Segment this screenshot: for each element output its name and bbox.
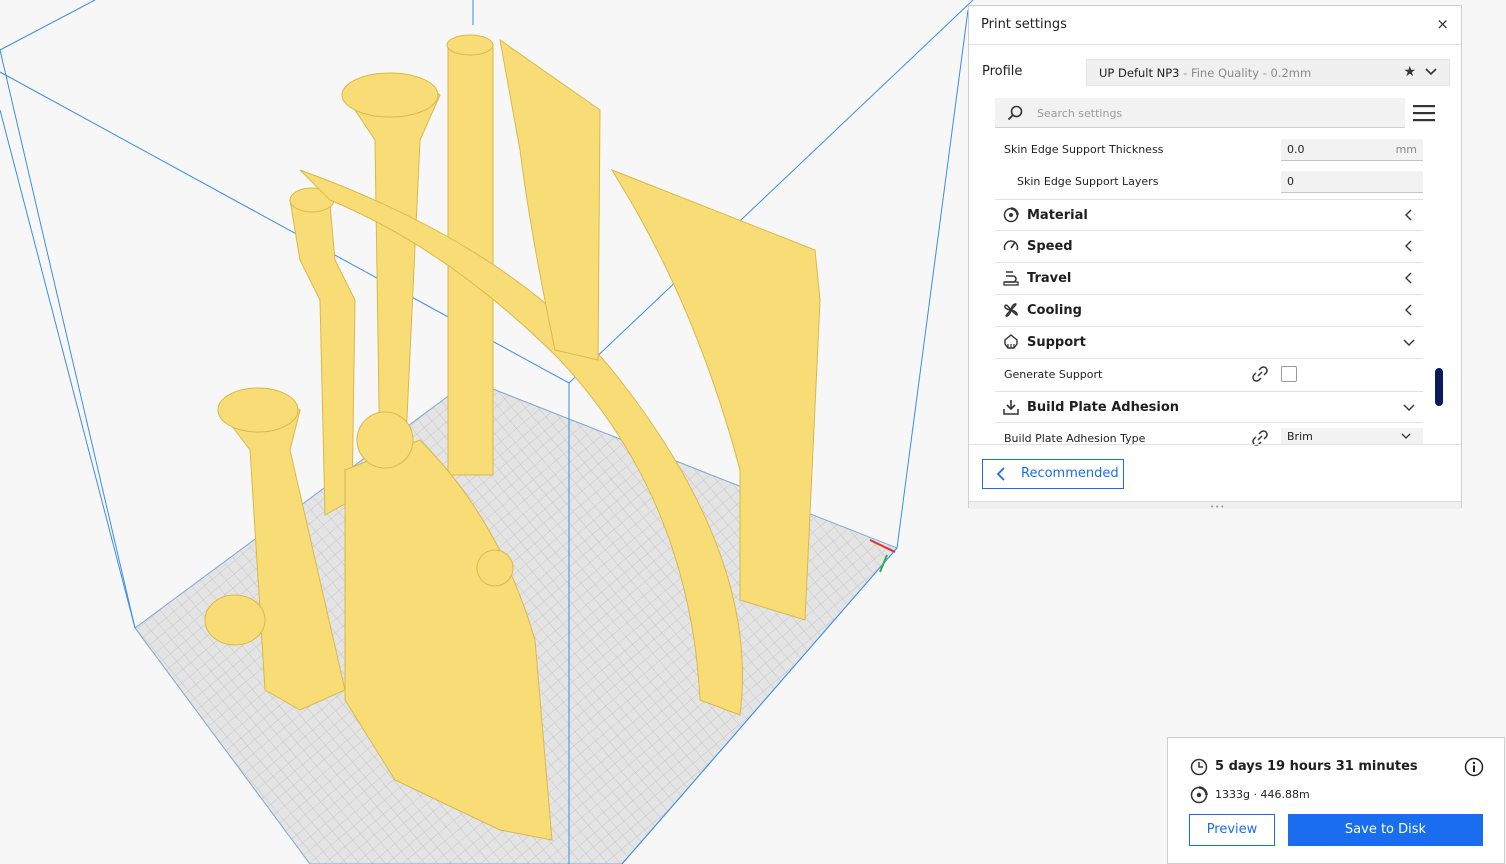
search-icon bbox=[1007, 105, 1023, 121]
spool-icon bbox=[1190, 786, 1208, 804]
profile-dropdown[interactable]: UP Defult NP3 - Fine Quality - 0.2mm ★ bbox=[1086, 59, 1450, 86]
panel-title: Print settings bbox=[981, 17, 1067, 32]
setting-label: Skin Edge Support Thickness bbox=[1004, 143, 1164, 156]
category-cooling[interactable]: Cooling bbox=[995, 295, 1423, 327]
panel-resize-handle[interactable]: ••• bbox=[969, 501, 1461, 511]
category-label: Travel bbox=[1027, 271, 1072, 286]
category-label: Speed bbox=[1027, 239, 1073, 254]
travel-icon bbox=[1003, 271, 1019, 286]
link-icon[interactable] bbox=[1251, 365, 1269, 383]
category-label: Cooling bbox=[1027, 303, 1082, 318]
chevron-left-icon bbox=[996, 467, 1005, 481]
panel-header: Print settings × bbox=[969, 6, 1461, 45]
print-estimate-panel: 5 days 19 hours 31 minutes 1333g · 446.8… bbox=[1167, 737, 1505, 864]
category-label: Build Plate Adhesion bbox=[1027, 400, 1180, 415]
skin-edge-thickness-field[interactable]: 0.0 mm bbox=[1281, 139, 1423, 161]
preview-button[interactable]: Preview bbox=[1189, 814, 1275, 846]
support-icon bbox=[1004, 334, 1018, 349]
print-settings-panel: Print settings × Profile UP Defult NP3 -… bbox=[968, 5, 1462, 511]
button-label: Recommended bbox=[1021, 466, 1119, 481]
field-value: 0 bbox=[1287, 175, 1294, 188]
profile-name: UP Defult NP3 - Fine Quality - 0.2mm bbox=[1099, 66, 1312, 80]
search-box bbox=[995, 98, 1405, 128]
print-time: 5 days 19 hours 31 minutes bbox=[1215, 759, 1418, 774]
fan-icon bbox=[1004, 303, 1018, 317]
divider bbox=[969, 444, 1461, 445]
category-support[interactable]: Support bbox=[995, 327, 1423, 359]
speedometer-icon bbox=[1003, 240, 1019, 251]
material-usage: 1333g · 446.88m bbox=[1215, 788, 1310, 801]
settings-scrollbar[interactable] bbox=[1435, 368, 1443, 406]
category-label: Support bbox=[1027, 335, 1086, 350]
grip-icon: ••• bbox=[1210, 503, 1226, 511]
chevron-down-icon bbox=[1403, 404, 1415, 411]
chevron-left-icon bbox=[1405, 304, 1412, 316]
search-input[interactable] bbox=[1037, 104, 1387, 122]
category-speed[interactable]: Speed bbox=[995, 231, 1423, 263]
star-icon[interactable]: ★ bbox=[1403, 64, 1416, 80]
chevron-down-icon bbox=[1403, 339, 1415, 346]
profile-label: Profile bbox=[982, 64, 1023, 79]
close-icon[interactable]: × bbox=[1436, 15, 1449, 33]
chevron-left-icon bbox=[1405, 272, 1412, 284]
dropdown-value: Brim bbox=[1287, 430, 1313, 443]
settings-menu-icon[interactable] bbox=[1413, 104, 1435, 122]
field-value: 0.0 bbox=[1287, 143, 1305, 156]
chevron-down-icon bbox=[1425, 68, 1437, 76]
material-icon bbox=[1003, 207, 1019, 223]
setting-label: Skin Edge Support Layers bbox=[1017, 175, 1159, 188]
category-build-plate-adhesion[interactable]: Build Plate Adhesion bbox=[995, 391, 1423, 423]
save-to-disk-button[interactable]: Save to Disk bbox=[1288, 814, 1483, 846]
chevron-left-icon bbox=[1405, 240, 1412, 252]
clock-icon bbox=[1190, 758, 1208, 776]
adhesion-type-dropdown[interactable]: Brim bbox=[1281, 428, 1423, 444]
field-unit: mm bbox=[1395, 143, 1417, 156]
category-material[interactable]: Material bbox=[995, 199, 1423, 231]
chevron-left-icon bbox=[1405, 209, 1412, 221]
category-travel[interactable]: Travel bbox=[995, 263, 1423, 295]
profile-quality: - Fine Quality - 0.2mm bbox=[1179, 66, 1312, 80]
info-icon[interactable] bbox=[1464, 757, 1484, 777]
skin-edge-layers-field[interactable]: 0 bbox=[1281, 171, 1423, 193]
recommended-button[interactable]: Recommended bbox=[982, 459, 1124, 489]
chevron-down-icon bbox=[1401, 433, 1411, 439]
generate-support-checkbox[interactable] bbox=[1281, 366, 1297, 382]
setting-label: Generate Support bbox=[1004, 368, 1103, 381]
adhesion-icon bbox=[1003, 400, 1019, 415]
category-label: Material bbox=[1027, 208, 1088, 223]
